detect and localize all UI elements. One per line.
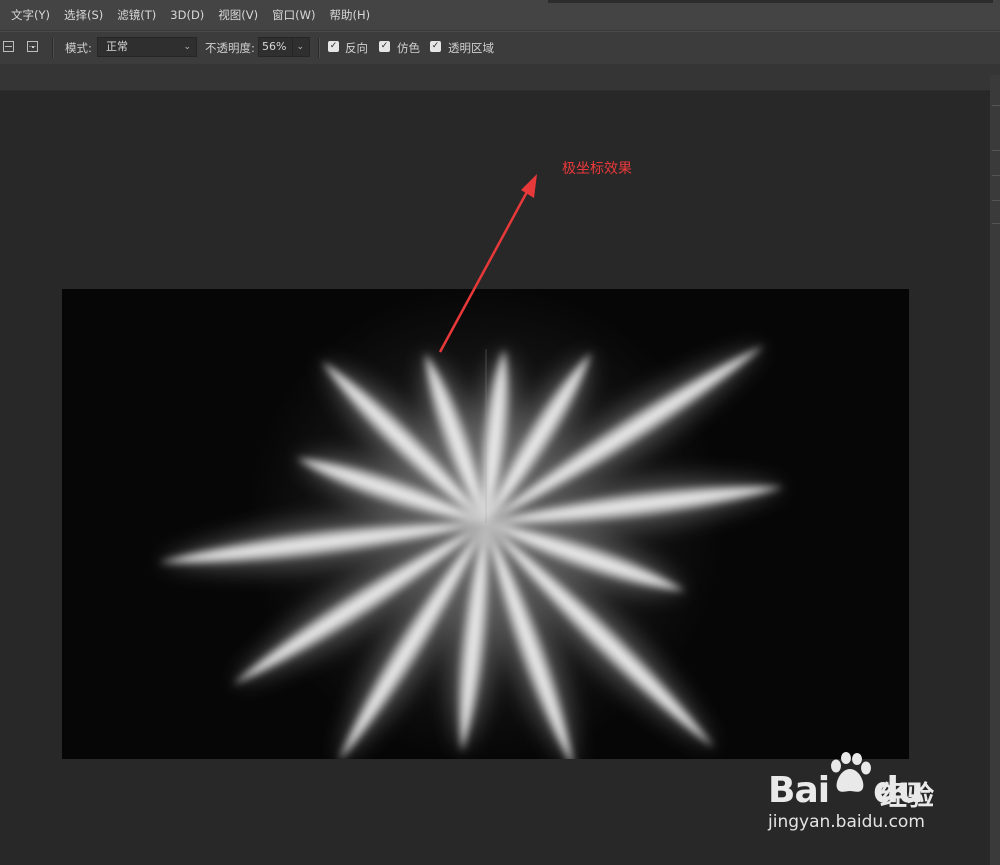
annotation-label: 极坐标效果	[562, 161, 632, 177]
arrow-shaft	[438, 189, 530, 353]
arrow-head	[521, 174, 537, 198]
baidu-paw-icon	[831, 752, 871, 792]
annotation-arrow	[438, 174, 537, 353]
watermark-url: jingyan.baidu.com	[768, 812, 925, 832]
jingyan-logo-text: 经验	[880, 781, 934, 812]
